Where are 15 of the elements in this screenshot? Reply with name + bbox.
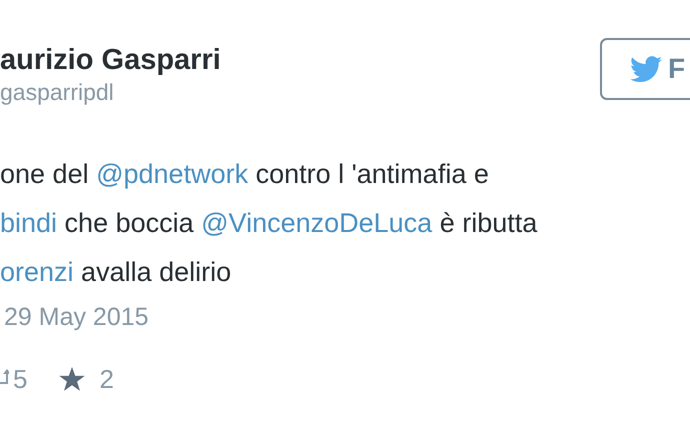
tweet-text: orenzi avalla delirio [0,256,232,289]
tweet-date[interactable]: 29 May 2015 [0,301,690,333]
author-handle: gasparripdl [0,78,115,106]
follow-button[interactable]: F [600,38,690,100]
star-icon[interactable] [59,366,86,392]
tweet-text: bindi che boccia @VincenzoDeLuca è ributta [0,207,538,240]
author-name[interactable]: aurizio Gasparri [0,42,221,78]
tweet-text: one del @pdnetwork contro l 'antimafia e [0,158,490,191]
mention-link[interactable]: orenzi [0,257,74,287]
mention-link[interactable]: @pdnetwork [96,159,248,189]
bird-icon [630,56,662,82]
favorite-count: 2 [99,364,114,394]
retweet-count: 5 [13,364,28,394]
mention-link[interactable]: @VincenzoDeLuca [201,208,432,238]
mention-link[interactable]: bindi [0,208,58,238]
